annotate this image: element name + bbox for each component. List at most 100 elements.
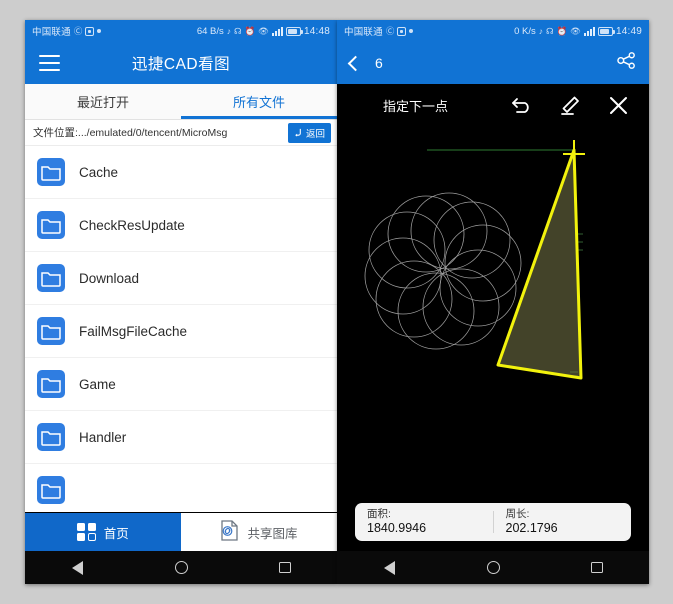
- cad-app-bar: 6: [337, 42, 649, 84]
- shared-gallery-icon: [220, 520, 239, 544]
- cad-hint-label: 指定下一点: [383, 98, 449, 114]
- right-phone-screen: 中国联通 Ⓒ 0 K/s ♪ ☊ ⏰ 👁 14:49 6 指定下一点 面积: 1…: [337, 20, 649, 584]
- battery-icon: [597, 26, 615, 36]
- copyright-icon: Ⓒ: [73, 25, 83, 36]
- eye-icon: 👁: [258, 25, 269, 36]
- carrier-label: 中国联通: [344, 27, 383, 38]
- alarm-icon: ⏰: [244, 25, 256, 36]
- tab-bar: 最近打开 所有文件: [25, 84, 337, 120]
- nav-item-home-label: 首页: [103, 526, 129, 541]
- eraser-icon[interactable]: [557, 92, 583, 118]
- measurement-panel: 面积: 1840.9946 周长: 202.1796: [355, 503, 631, 541]
- folder-icon: [37, 158, 65, 186]
- perimeter-label: 周长:: [505, 507, 530, 520]
- file-name-label: Cache: [79, 164, 119, 180]
- android-back-button[interactable]: [366, 551, 412, 584]
- file-name-label: Handler: [79, 429, 127, 445]
- android-home-button[interactable]: [158, 551, 204, 584]
- android-back-button[interactable]: [54, 551, 100, 584]
- rosette-pattern: [364, 192, 522, 350]
- signal-icon: [583, 26, 595, 36]
- perimeter-value: 202.1796: [505, 520, 558, 535]
- return-arrow-icon: [295, 128, 301, 137]
- android-recents-button[interactable]: [262, 551, 308, 584]
- tab-all-files[interactable]: 所有文件: [181, 84, 337, 119]
- folder-icon: [37, 370, 65, 398]
- cad-tool-buttons: [509, 92, 649, 118]
- file-name-label: FailMsgFileCache: [79, 323, 188, 339]
- undo-icon[interactable]: [509, 92, 535, 118]
- drawing-title: 6: [375, 55, 383, 71]
- cad-canvas[interactable]: 面积: 1840.9946 周长: 202.1796: [337, 126, 649, 551]
- list-item[interactable]: Download: [25, 252, 337, 305]
- status-bar-left: 中国联通 Ⓒ: [344, 24, 414, 38]
- screenshot-root: 中国联通 Ⓒ 64 B/s ♪ ☊ ⏰ 👁 14:48 迅捷CAD看图 最近打开…: [0, 0, 673, 604]
- sim-icon: [85, 26, 95, 36]
- mute-icon: ☊: [234, 25, 242, 36]
- folder-icon: [37, 211, 65, 239]
- file-name-label: CheckResUpdate: [79, 217, 185, 233]
- area-value: 1840.9946: [367, 520, 427, 535]
- android-recents-button[interactable]: [574, 551, 620, 584]
- cad-toolbar: 指定下一点: [337, 84, 649, 126]
- area-label: 面积:: [367, 507, 391, 520]
- tab-recent[interactable]: 最近打开: [25, 84, 181, 119]
- left-app-bar: 迅捷CAD看图: [25, 42, 337, 84]
- list-item[interactable]: Game: [25, 358, 337, 411]
- nav-item-home[interactable]: 首页: [25, 513, 181, 551]
- signal-icon: [271, 26, 283, 36]
- path-row: 文件位置:.../emulated/0/tencent/MicroMsg 返回: [25, 120, 337, 146]
- bottom-nav: 首页 共享图库: [25, 513, 337, 551]
- back-triangle-icon: [383, 560, 395, 575]
- android-nav-bar-left: [25, 551, 337, 584]
- status-dot-icon: [97, 29, 102, 33]
- alarm-icon: ⏰: [556, 25, 568, 36]
- hamburger-icon[interactable]: [39, 55, 60, 71]
- return-button[interactable]: 返回: [287, 122, 331, 143]
- home-circle-icon: [174, 561, 188, 574]
- mute-icon: ☊: [546, 25, 554, 36]
- battery-icon: [285, 26, 303, 36]
- return-button-label: 返回: [305, 128, 325, 140]
- tab-all-files-label: 所有文件: [232, 95, 285, 110]
- folder-icon: [37, 264, 65, 292]
- back-triangle-icon: [71, 560, 83, 575]
- clock-label: 14:49: [615, 25, 642, 37]
- status-bar-left: 中国联通 Ⓒ: [32, 24, 102, 38]
- folder-icon: [37, 476, 65, 504]
- file-name-label: Game: [79, 376, 116, 392]
- recents-square-icon: [591, 561, 603, 574]
- left-phone-screen: 中国联通 Ⓒ 64 B/s ♪ ☊ ⏰ 👁 14:48 迅捷CAD看图 最近打开…: [25, 20, 337, 584]
- share-icon[interactable]: [617, 51, 636, 75]
- grid-icon: [77, 522, 96, 542]
- sim-icon: [397, 26, 407, 36]
- folder-icon: [37, 317, 65, 345]
- folder-icon: [37, 423, 65, 451]
- status-bar-right: 0 K/s ♪ ☊ ⏰ 👁 14:49: [514, 26, 642, 37]
- cad-drawing: [364, 140, 585, 380]
- list-item[interactable]: Cache: [25, 146, 337, 199]
- net-speed-label: 0 K/s: [514, 25, 536, 37]
- file-list[interactable]: Cache CheckResUpdate Download FailMsgFil…: [25, 146, 337, 512]
- android-home-button[interactable]: [470, 551, 516, 584]
- android-nav-bar-right: [337, 551, 649, 584]
- status-dot-icon: [409, 29, 414, 33]
- close-icon[interactable]: [605, 92, 631, 118]
- perimeter-measurement: 周长: 202.1796: [494, 508, 632, 537]
- app-title: 迅捷CAD看图: [131, 56, 231, 73]
- list-item[interactable]: CheckResUpdate: [25, 199, 337, 252]
- nav-item-shared-gallery-label: 共享图库: [247, 526, 298, 541]
- tab-recent-label: 最近打开: [76, 95, 129, 110]
- eye-icon: 👁: [570, 25, 581, 36]
- recents-square-icon: [279, 561, 291, 574]
- list-item[interactable]: Handler: [25, 411, 337, 464]
- status-bar-right: 64 B/s ♪ ☊ ⏰ 👁 14:48: [197, 26, 330, 37]
- carrier-label: 中国联通: [32, 27, 71, 38]
- headset-icon: ♪: [538, 25, 544, 36]
- path-label: 文件位置:.../emulated/0/tencent/MicroMsg: [33, 127, 228, 139]
- chevron-left-icon[interactable]: [347, 55, 364, 71]
- list-item[interactable]: [25, 464, 337, 512]
- nav-item-shared-gallery[interactable]: 共享图库: [181, 513, 337, 551]
- list-item[interactable]: FailMsgFileCache: [25, 305, 337, 358]
- file-name-label: Download: [79, 270, 140, 286]
